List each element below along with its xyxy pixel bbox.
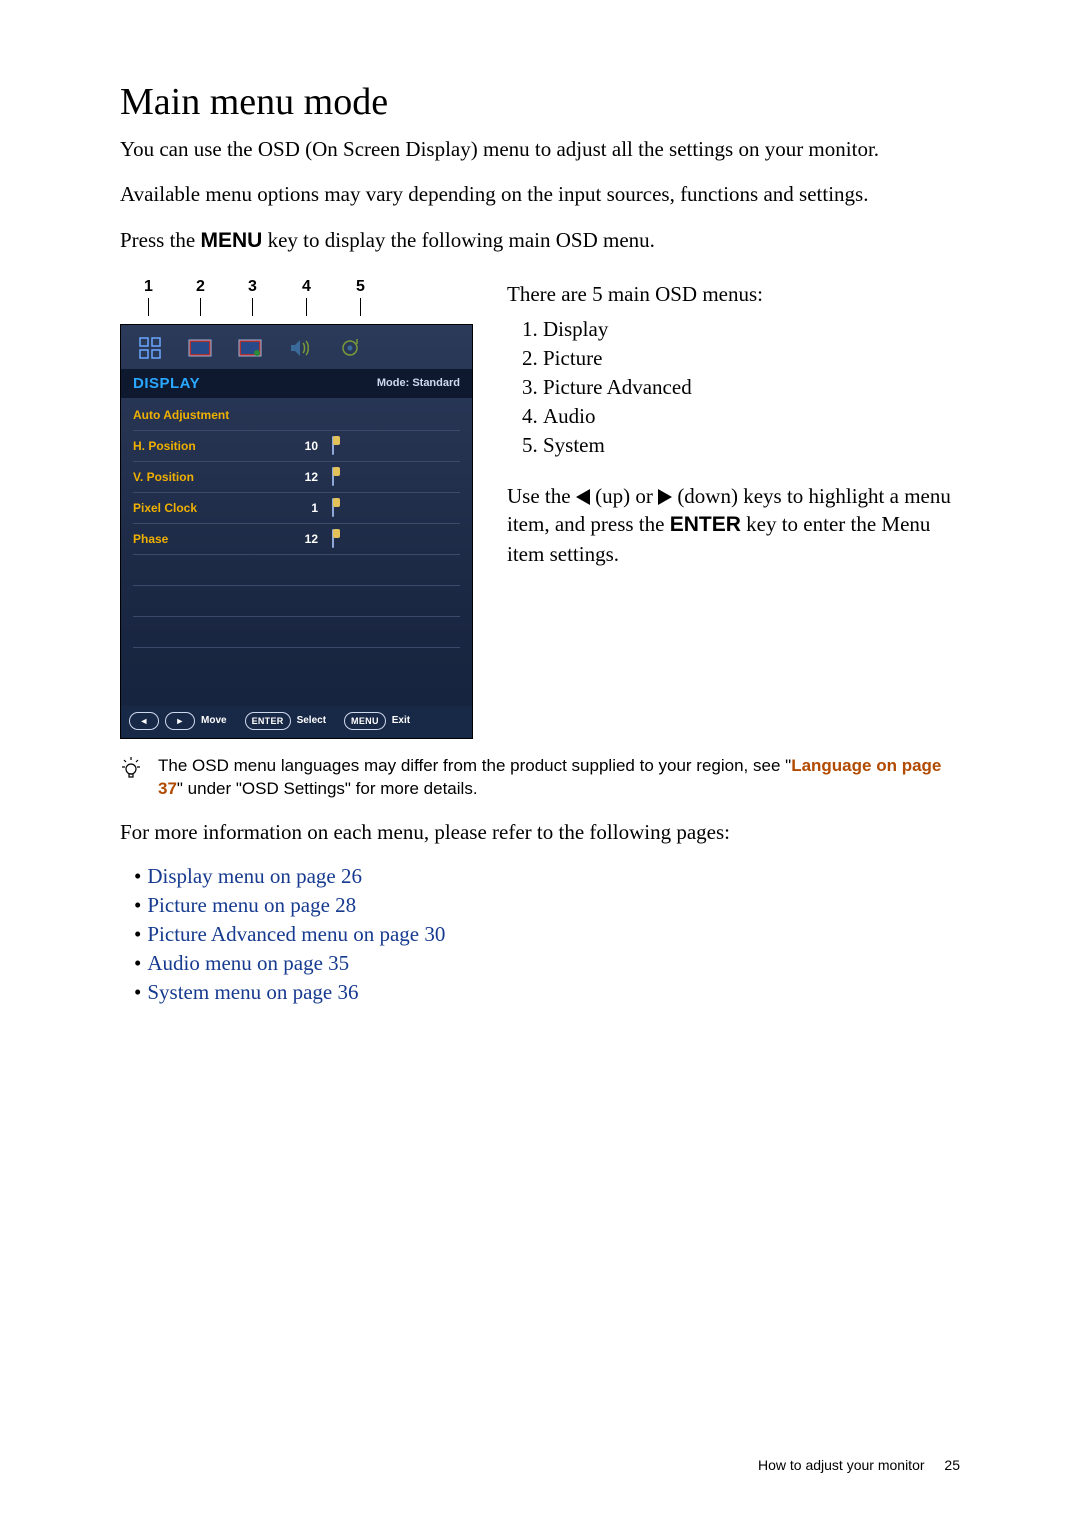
left-arrow-icon[interactable]: ◄: [129, 712, 159, 730]
osd-label: H. Position: [133, 439, 288, 453]
page-footer: How to adjust your monitor 25: [758, 1457, 960, 1473]
audio-icon[interactable]: [285, 335, 315, 363]
select-label: Select: [297, 715, 326, 726]
osd-row-phase[interactable]: Phase 12: [133, 524, 460, 555]
osd-row-h-position[interactable]: H. Position 10: [133, 431, 460, 462]
tip-note: The OSD menu languages may differ from t…: [120, 755, 960, 801]
navigation-instructions: Use the (up) or (down) keys to highlight…: [507, 482, 960, 568]
osd-row-empty: ..: [133, 555, 460, 586]
osd-icon-row: [121, 325, 472, 369]
picture-icon[interactable]: [185, 335, 215, 363]
intro-paragraph-2: Available menu options may vary dependin…: [120, 181, 960, 208]
list-item: •Display menu on page 26: [120, 864, 960, 889]
callout-2: 2: [196, 278, 205, 296]
callout-1: 1: [144, 278, 153, 296]
text: Press the: [120, 228, 201, 252]
picture-advanced-icon[interactable]: [235, 335, 265, 363]
callout-line: [148, 298, 149, 316]
system-icon[interactable]: [335, 335, 365, 363]
list-item: •Picture Advanced menu on page 30: [120, 922, 960, 947]
page: Main menu mode You can use the OSD (On S…: [0, 0, 1080, 1527]
tip-text: The OSD menu languages may differ from t…: [158, 755, 960, 801]
callout-numbers: 1 2 3 4 5: [120, 278, 473, 324]
osd-mode: Mode: Standard: [377, 377, 460, 389]
osd-title-bar: DISPLAY Mode: Standard: [121, 369, 472, 398]
right-column: There are 5 main OSD menus: Display Pict…: [507, 278, 960, 739]
osd-row-empty: ..: [133, 617, 460, 648]
list-item: •Audio menu on page 35: [120, 951, 960, 976]
page-links: •Display menu on page 26 •Picture menu o…: [120, 864, 960, 1005]
text: Use the: [507, 484, 576, 508]
callout-3: 3: [248, 278, 257, 296]
text: The OSD menu languages may differ from t…: [158, 756, 791, 775]
osd-slider[interactable]: [332, 468, 460, 486]
osd-value: 12: [288, 470, 318, 484]
menus-list: Display Picture Picture Advanced Audio S…: [507, 317, 960, 458]
page-number: 25: [944, 1457, 960, 1473]
display-menu-link[interactable]: Display menu on page 26: [147, 864, 362, 888]
menus-intro: There are 5 main OSD menus:: [507, 282, 960, 307]
osd-label: Pixel Clock: [133, 501, 288, 515]
system-menu-link[interactable]: System menu on page 36: [147, 980, 358, 1004]
osd-slider[interactable]: [332, 437, 460, 455]
osd-row-pixel-clock[interactable]: Pixel Clock 1: [133, 493, 460, 524]
osd-title: DISPLAY: [133, 375, 200, 392]
osd-footer: ◄ ► Move ENTER Select MENU Exit: [121, 706, 472, 738]
menu-button[interactable]: MENU: [344, 712, 386, 730]
list-item: •System menu on page 36: [120, 980, 960, 1005]
right-arrow-icon[interactable]: ►: [165, 712, 195, 730]
callout-line: [360, 298, 361, 316]
osd-column: 1 2 3 4 5: [120, 278, 473, 739]
callout-5: 5: [356, 278, 365, 296]
osd-slider[interactable]: [332, 530, 460, 548]
enter-key-label: ENTER: [670, 513, 741, 536]
osd-label: Auto Adjustment: [133, 408, 288, 422]
page-title: Main menu mode: [120, 80, 960, 124]
text: key to display the following main OSD me…: [262, 228, 655, 252]
osd-label: Phase: [133, 532, 288, 546]
list-item: Picture Advanced: [543, 375, 960, 400]
list-item: System: [543, 433, 960, 458]
osd-slider[interactable]: [332, 499, 460, 517]
callout-4: 4: [302, 278, 311, 296]
enter-button[interactable]: ENTER: [245, 712, 291, 730]
list-item: Picture: [543, 346, 960, 371]
text: " under "OSD Settings" for more details.: [177, 779, 478, 798]
osd-value: 10: [288, 439, 318, 453]
osd-row-empty: ..: [133, 586, 460, 617]
list-item: Display: [543, 317, 960, 342]
list-item: •Picture menu on page 28: [120, 893, 960, 918]
footer-section: How to adjust your monitor: [758, 1457, 925, 1473]
picture-menu-link[interactable]: Picture menu on page 28: [147, 893, 356, 917]
right-triangle-icon: [658, 489, 672, 505]
picture-advanced-menu-link[interactable]: Picture Advanced menu on page 30: [147, 922, 445, 946]
list-item: Audio: [543, 404, 960, 429]
move-label: Move: [201, 715, 227, 726]
intro-paragraph-1: You can use the OSD (On Screen Display) …: [120, 136, 960, 163]
left-triangle-icon: [576, 489, 590, 505]
callout-line: [252, 298, 253, 316]
osd-panel: DISPLAY Mode: Standard Auto Adjustment H…: [120, 324, 473, 739]
callout-line: [306, 298, 307, 316]
callout-line: [200, 298, 201, 316]
text: (up) or: [590, 484, 658, 508]
osd-value: 1: [288, 501, 318, 515]
intro-paragraph-3: Press the MENU key to display the follow…: [120, 227, 960, 254]
exit-label: Exit: [392, 715, 410, 726]
osd-row-v-position[interactable]: V. Position 12: [133, 462, 460, 493]
osd-row-auto-adjustment[interactable]: Auto Adjustment: [133, 400, 460, 431]
osd-items: Auto Adjustment H. Position 10 V. Positi…: [121, 398, 472, 706]
two-column-area: 1 2 3 4 5: [120, 278, 960, 739]
osd-value: 12: [288, 532, 318, 546]
more-info: For more information on each menu, pleas…: [120, 819, 960, 846]
menu-key-label: MENU: [201, 229, 263, 252]
audio-menu-link[interactable]: Audio menu on page 35: [147, 951, 349, 975]
lightbulb-icon: [120, 755, 146, 801]
display-icon[interactable]: [135, 335, 165, 363]
osd-label: V. Position: [133, 470, 288, 484]
